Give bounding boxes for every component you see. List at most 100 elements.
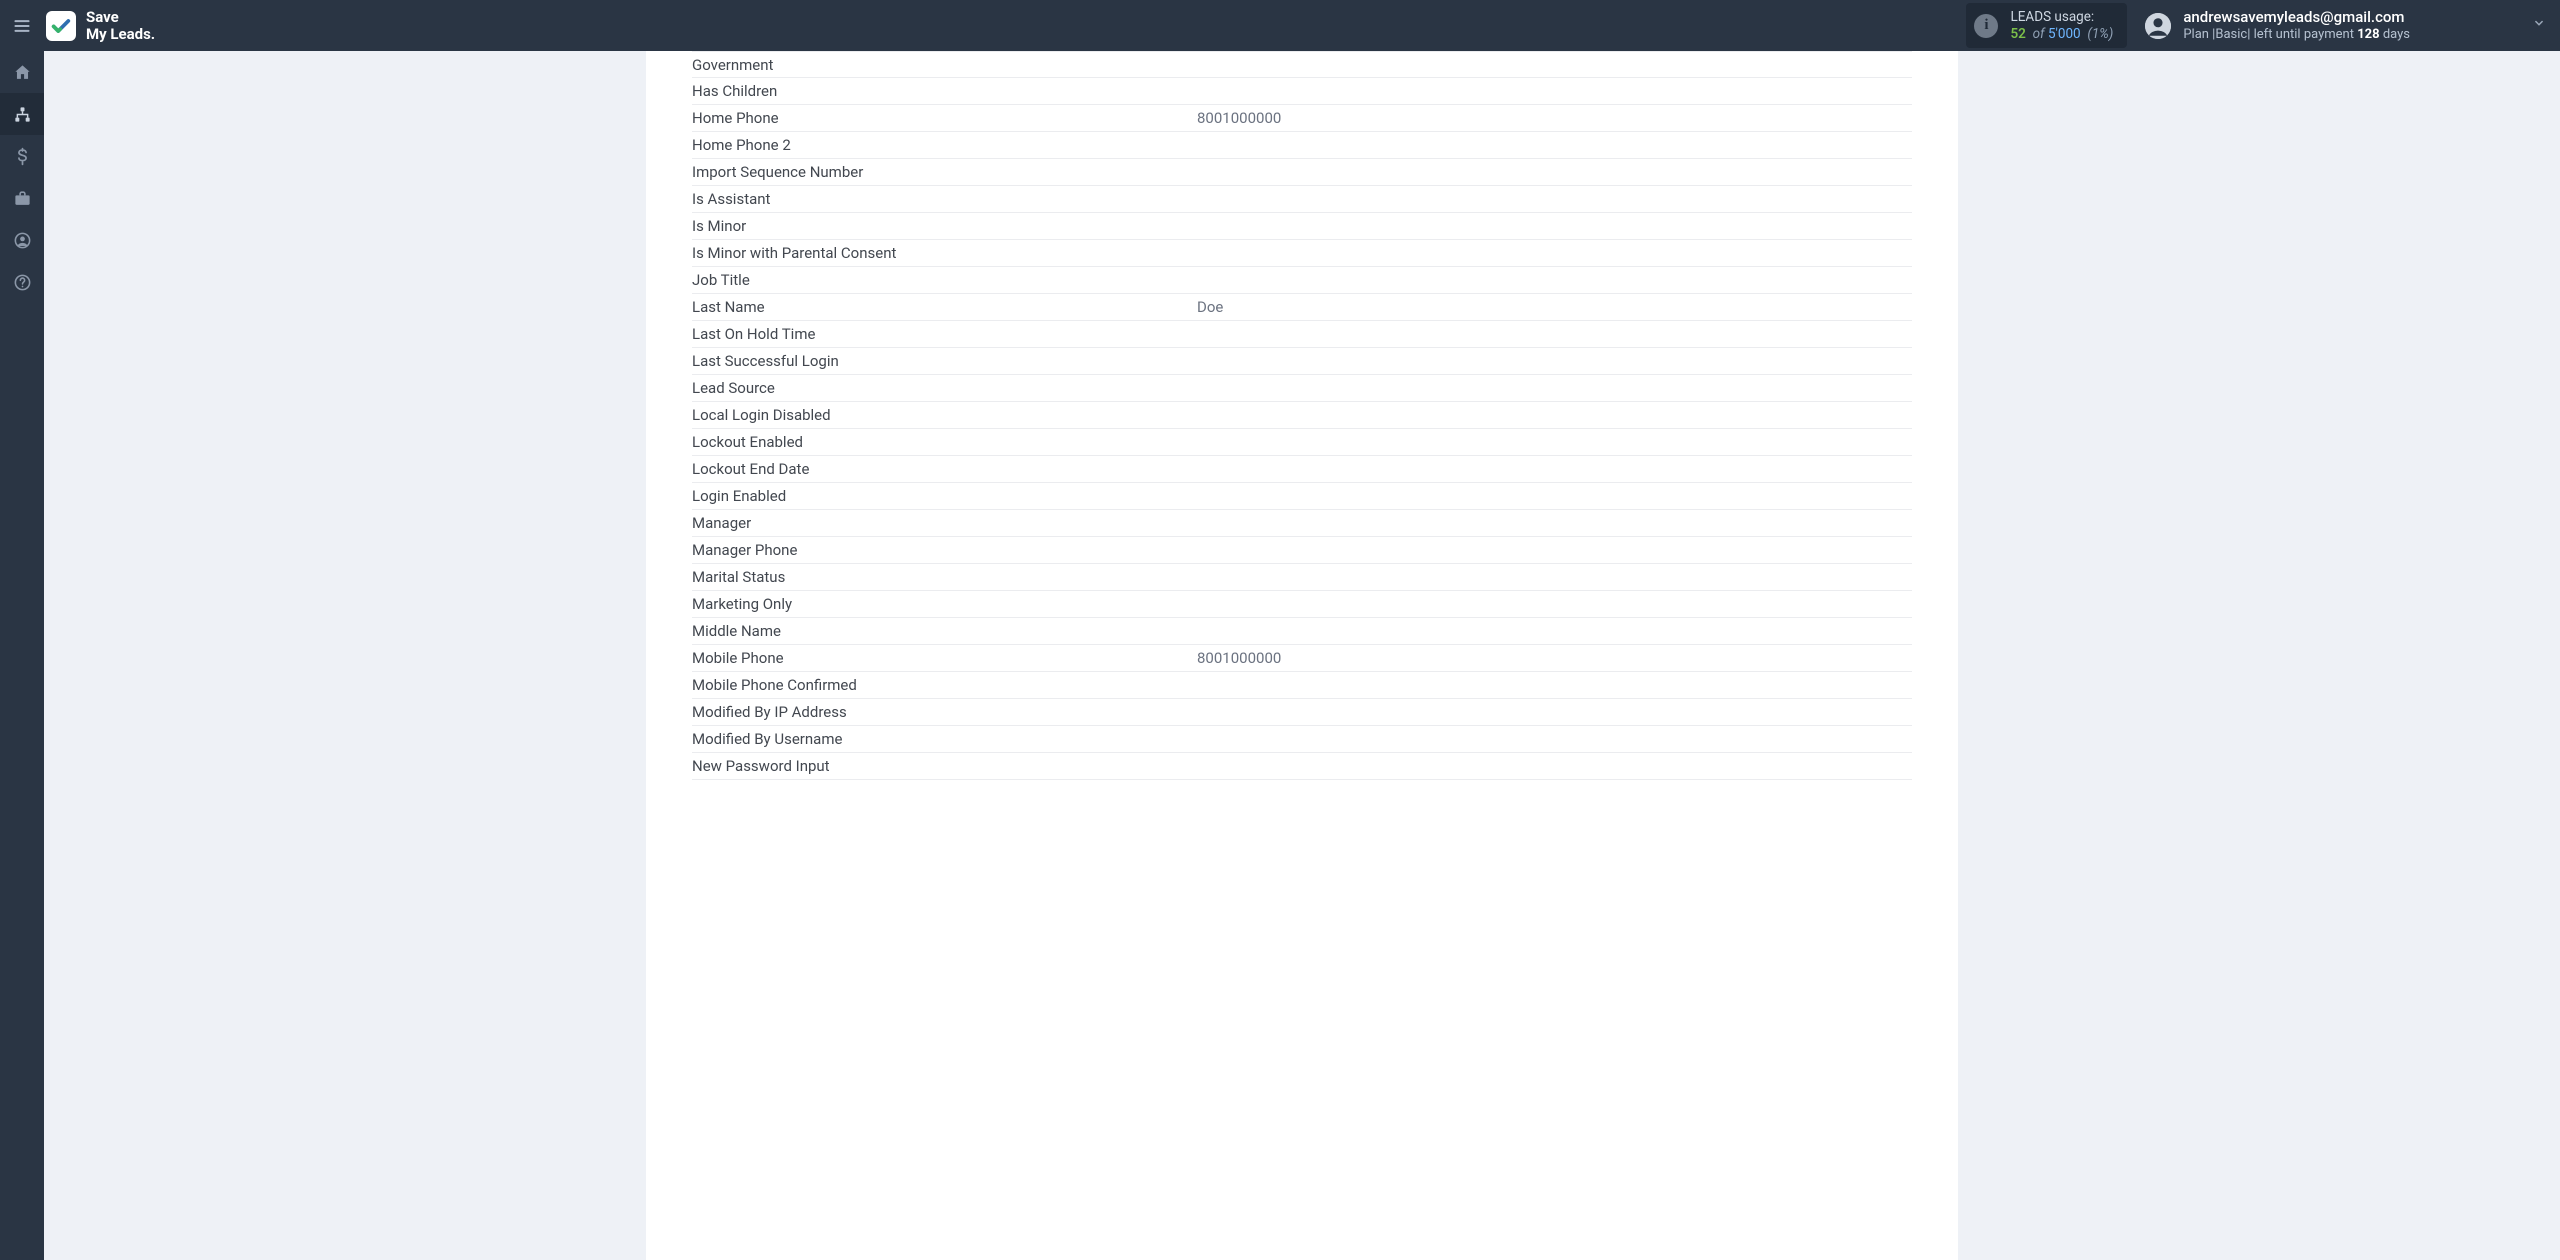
field-label: Mobile Phone Confirmed bbox=[692, 676, 1197, 694]
field-label: Modified By Username bbox=[692, 730, 1197, 748]
field-row: Has Children bbox=[692, 78, 1912, 105]
field-label: Marketing Only bbox=[692, 595, 1197, 613]
field-row: Is Minor with Parental Consent bbox=[692, 240, 1912, 267]
field-row: Last On Hold Time bbox=[692, 321, 1912, 348]
sidebar-item-help[interactable] bbox=[0, 261, 44, 303]
plan-prefix: Plan | bbox=[2183, 27, 2215, 42]
usage-label: LEADS usage: bbox=[2010, 9, 2113, 26]
field-row: Last Successful Login bbox=[692, 348, 1912, 375]
sidebar-item-home[interactable] bbox=[0, 51, 44, 93]
field-label: New Password Input bbox=[692, 757, 1197, 775]
usage-of: of bbox=[2033, 26, 2045, 42]
field-value: 8001000000 bbox=[1197, 109, 1912, 127]
field-row: Lead Source bbox=[692, 375, 1912, 402]
field-row: New Password Input bbox=[692, 753, 1912, 780]
field-label: Manager bbox=[692, 514, 1197, 532]
plan-days-num: 128 bbox=[2357, 27, 2379, 42]
usage-text: LEADS usage: 52 of 5'000 (1%) bbox=[2010, 9, 2113, 43]
main-scroll[interactable]: GovernmentHas ChildrenHome Phone80010000… bbox=[44, 51, 2560, 1260]
field-row: Lockout Enabled bbox=[692, 429, 1912, 456]
field-label: Last On Hold Time bbox=[692, 325, 1197, 343]
field-label: Is Assistant bbox=[692, 190, 1197, 208]
field-label: Government bbox=[692, 56, 1197, 74]
briefcase-icon bbox=[13, 189, 32, 208]
field-label: Home Phone 2 bbox=[692, 136, 1197, 154]
field-row: Home Phone 2 bbox=[692, 132, 1912, 159]
field-label: Login Enabled bbox=[692, 487, 1197, 505]
plan-mid: | left until payment bbox=[2247, 27, 2357, 42]
sidebar-item-profile[interactable] bbox=[0, 219, 44, 261]
field-label: Is Minor with Parental Consent bbox=[692, 244, 1197, 262]
user-circle-icon bbox=[13, 231, 32, 250]
field-label: Marital Status bbox=[692, 568, 1197, 586]
usage-used: 52 bbox=[2010, 26, 2025, 42]
field-label: Home Phone bbox=[692, 109, 1197, 127]
usage-total: 5'000 bbox=[2048, 26, 2081, 42]
checkmark-icon bbox=[50, 15, 72, 37]
usage-pill[interactable]: i LEADS usage: 52 of 5'000 (1%) bbox=[1966, 3, 2127, 49]
sidebar-item-connections[interactable] bbox=[0, 93, 44, 135]
sidebar-item-briefcase[interactable] bbox=[0, 177, 44, 219]
account-text: andrewsavemyleads@gmail.com Plan |Basic|… bbox=[2183, 8, 2410, 43]
field-row: Marital Status bbox=[692, 564, 1912, 591]
sitemap-icon bbox=[13, 105, 32, 124]
field-row: Last NameDoe bbox=[692, 294, 1912, 321]
account-plan-line: Plan |Basic| left until payment 128 days bbox=[2183, 27, 2410, 43]
field-value: 8001000000 bbox=[1197, 649, 1912, 667]
account-email: andrewsavemyleads@gmail.com bbox=[2183, 8, 2410, 27]
brand-line2: My Leads. bbox=[86, 26, 155, 43]
brand-line1: Save bbox=[86, 9, 155, 26]
brand-logo bbox=[46, 11, 76, 41]
field-row: Login Enabled bbox=[692, 483, 1912, 510]
field-label: Modified By IP Address bbox=[692, 703, 1197, 721]
field-row: Middle Name bbox=[692, 618, 1912, 645]
field-label: Last Successful Login bbox=[692, 352, 1197, 370]
field-label: Lead Source bbox=[692, 379, 1197, 397]
field-value: Doe bbox=[1197, 298, 1912, 316]
user-icon bbox=[2145, 13, 2171, 39]
topbar: Save My Leads. i LEADS usage: 52 of 5'00… bbox=[0, 0, 2560, 51]
field-row: Modified By IP Address bbox=[692, 699, 1912, 726]
plan-days-word: days bbox=[2380, 27, 2410, 42]
usage-values: 52 of 5'000 (1%) bbox=[2010, 26, 2113, 43]
field-row: Mobile Phone Confirmed bbox=[692, 672, 1912, 699]
field-label: Manager Phone bbox=[692, 541, 1197, 559]
plan-name: Basic bbox=[2215, 27, 2247, 42]
field-row: Local Login Disabled bbox=[692, 402, 1912, 429]
avatar bbox=[2145, 13, 2171, 39]
field-label: Mobile Phone bbox=[692, 649, 1197, 667]
field-row: Government bbox=[692, 51, 1912, 78]
sidebar-item-billing[interactable] bbox=[0, 135, 44, 177]
field-row: Home Phone8001000000 bbox=[692, 105, 1912, 132]
field-label: Local Login Disabled bbox=[692, 406, 1197, 424]
usage-pct: (1%) bbox=[2087, 26, 2113, 42]
brand[interactable]: Save My Leads. bbox=[44, 9, 155, 42]
account-menu[interactable]: andrewsavemyleads@gmail.com Plan |Basic|… bbox=[2145, 8, 2560, 43]
field-label: Lockout Enabled bbox=[692, 433, 1197, 451]
dollar-icon bbox=[13, 147, 32, 166]
question-circle-icon bbox=[13, 273, 32, 292]
field-row: Marketing Only bbox=[692, 591, 1912, 618]
field-row: Is Minor bbox=[692, 213, 1912, 240]
field-row: Lockout End Date bbox=[692, 456, 1912, 483]
field-row: Job Title bbox=[692, 267, 1912, 294]
brand-text: Save My Leads. bbox=[86, 9, 155, 42]
field-label: Last Name bbox=[692, 298, 1197, 316]
menu-toggle-button[interactable] bbox=[0, 0, 44, 51]
field-label: Lockout End Date bbox=[692, 460, 1197, 478]
field-row: Mobile Phone8001000000 bbox=[692, 645, 1912, 672]
field-row: Manager Phone bbox=[692, 537, 1912, 564]
field-label: Job Title bbox=[692, 271, 1197, 289]
fields-card: GovernmentHas ChildrenHome Phone80010000… bbox=[646, 51, 1958, 1260]
field-row: Import Sequence Number bbox=[692, 159, 1912, 186]
field-row: Is Assistant bbox=[692, 186, 1912, 213]
field-row: Modified By Username bbox=[692, 726, 1912, 753]
hamburger-icon bbox=[12, 16, 32, 36]
info-icon: i bbox=[1974, 14, 1998, 38]
home-icon bbox=[13, 63, 32, 82]
sidebar bbox=[0, 51, 44, 1260]
field-row: Manager bbox=[692, 510, 1912, 537]
field-label: Is Minor bbox=[692, 217, 1197, 235]
chevron-down-icon bbox=[2532, 17, 2546, 31]
account-caret bbox=[2532, 17, 2546, 35]
